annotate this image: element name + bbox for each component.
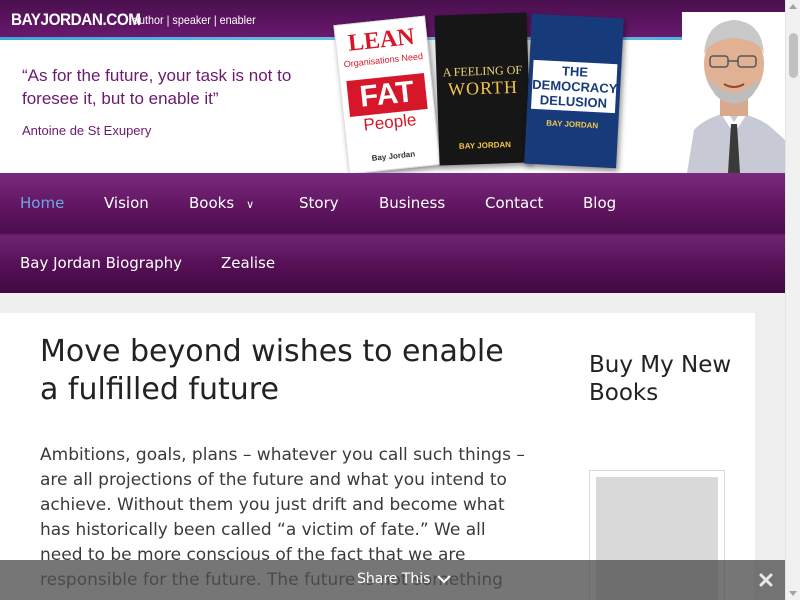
book-author: Bay Jordan xyxy=(371,149,416,163)
nav-item-home[interactable]: Home xyxy=(20,193,64,213)
book-cover-feeling-of-worth[interactable]: A FEELING OF WORTH BAY JORDAN xyxy=(434,12,532,166)
nav-item-story[interactable]: Story xyxy=(299,193,339,213)
book-author: BAY JORDAN xyxy=(546,118,599,131)
nav-item-vision[interactable]: Vision xyxy=(104,193,149,213)
close-icon[interactable] xyxy=(758,572,774,588)
article-title: Move beyond wishes to enable a fulfilled… xyxy=(40,334,504,407)
chevron-down-icon: ∨ xyxy=(246,198,255,211)
site-header-banner: BAYJORDAN.COM author | speaker | enabler… xyxy=(0,0,785,173)
nav-item-bay-jordan-biography[interactable]: Bay Jordan Biography xyxy=(20,253,182,273)
nav-item-zealise[interactable]: Zealise xyxy=(221,253,275,273)
header-quote: “As for the future, your task is not to … xyxy=(22,66,292,108)
nav-item-books-label: Books xyxy=(189,194,235,212)
author-portrait xyxy=(682,12,785,173)
site-tagline: author | speaker | enabler xyxy=(133,13,256,27)
main-navigation: Home Vision Books ∨ Story Business Contac… xyxy=(0,173,785,293)
share-label[interactable]: Share This xyxy=(357,571,430,587)
site-logo[interactable]: BAYJORDAN.COM xyxy=(11,10,141,30)
nav-item-business[interactable]: Business xyxy=(379,193,445,213)
sidebar: Buy My New Books xyxy=(565,313,755,600)
book-cover-lean-organisations[interactable]: LEAN Organisations Need FAT People Bay J… xyxy=(333,15,441,173)
nav-item-books[interactable]: Books ∨ xyxy=(189,193,254,215)
scroll-down-arrow-icon[interactable] xyxy=(789,591,797,596)
vertical-scrollbar[interactable] xyxy=(785,0,800,600)
sidebar-widget-title: Buy My New Books xyxy=(589,352,732,406)
nav-item-contact[interactable]: Contact xyxy=(485,193,543,213)
share-bar[interactable]: Share This xyxy=(0,560,785,600)
header-quote-author: Antoine de St Exupery xyxy=(22,123,152,138)
content-area: Move beyond wishes to enable a fulfilled… xyxy=(0,293,785,600)
scrollbar-thumb[interactable] xyxy=(789,33,798,78)
article: Move beyond wishes to enable a fulfilled… xyxy=(0,313,565,600)
book-cover-democracy-delusion[interactable]: THE DEMOCRACY DELUSION BAY JORDAN xyxy=(524,13,624,169)
book-title-line: WORTH xyxy=(447,76,519,100)
scroll-up-arrow-icon[interactable] xyxy=(789,4,797,9)
chevron-down-icon[interactable] xyxy=(436,569,452,589)
book-author: BAY JORDAN xyxy=(458,140,512,151)
book-title-line: THE DEMOCRACY DELUSION xyxy=(531,59,618,114)
nav-item-blog[interactable]: Blog xyxy=(583,193,616,213)
